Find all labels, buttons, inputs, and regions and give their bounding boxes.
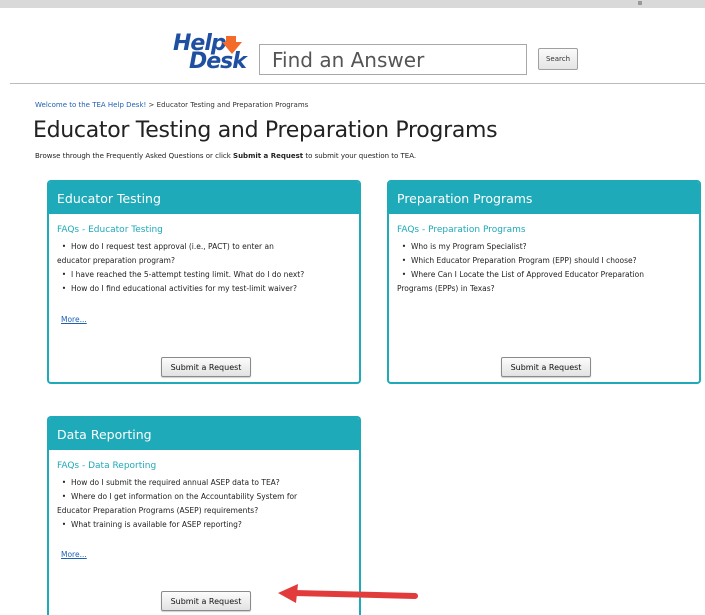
logo-arrow-icon bbox=[222, 36, 242, 54]
faq-item-text: Programs (EPPs) in Texas? bbox=[397, 284, 495, 293]
submit-request-button[interactable]: Submit a Request bbox=[161, 591, 251, 611]
top-strip-mark bbox=[638, 1, 642, 5]
browser-top-strip bbox=[0, 0, 705, 8]
card-header: Educator Testing bbox=[49, 182, 359, 214]
faq-link-educator-testing[interactable]: FAQs - Educator Testing bbox=[57, 225, 163, 235]
header-divider bbox=[10, 83, 705, 84]
faq-link-data-reporting[interactable]: FAQs - Data Reporting bbox=[57, 461, 156, 471]
breadcrumb: Welcome to the TEA Help Desk! > Educator… bbox=[35, 101, 308, 109]
faq-list: • How do I request test approval (i.e., P… bbox=[57, 240, 304, 296]
faq-item-continued[interactable]: Programs (EPPs) in Texas? bbox=[397, 282, 644, 296]
faq-item-text: Who is my Program Specialist? bbox=[411, 242, 527, 251]
faq-item-text: Educator Preparation Programs (ASEP) req… bbox=[57, 506, 259, 515]
faq-item[interactable]: • How do I find educational activities fo… bbox=[57, 282, 304, 296]
faq-item-text: educator preparation program? bbox=[57, 256, 175, 265]
faq-item[interactable]: • Where Can I Locate the List of Approved… bbox=[397, 268, 644, 282]
faq-item-text: Where Can I Locate the List of Approved … bbox=[411, 270, 645, 279]
faq-item-continued[interactable]: educator preparation program? bbox=[57, 254, 304, 268]
faq-list: • Who is my Program Specialist? • Which Ed… bbox=[397, 240, 644, 296]
more-link[interactable]: More... bbox=[61, 550, 87, 559]
faq-item-continued[interactable]: Educator Preparation Programs (ASEP) req… bbox=[57, 504, 297, 518]
faq-item[interactable]: • I have reached the 5-attempt testing li… bbox=[57, 268, 304, 282]
faq-item-text: How do I submit the required annual ASEP… bbox=[71, 478, 280, 487]
faq-link-preparation-programs[interactable]: FAQs - Preparation Programs bbox=[397, 225, 526, 235]
faq-item[interactable]: • How do I request test approval (i.e., P… bbox=[57, 240, 304, 254]
faq-item[interactable]: • Where do I get information on the Accou… bbox=[57, 490, 297, 504]
faq-item-text: Which Educator Preparation Program (EPP)… bbox=[411, 256, 637, 265]
faq-item[interactable]: • Which Educator Preparation Program (EPP… bbox=[397, 254, 644, 268]
card-educator-testing: Educator Testing FAQs - Educator Testing… bbox=[47, 180, 361, 384]
faq-list: • How do I submit the required annual ASE… bbox=[57, 476, 297, 532]
breadcrumb-home-link[interactable]: Welcome to the TEA Help Desk! bbox=[35, 101, 146, 109]
page-title: Educator Testing and Preparation Program… bbox=[33, 118, 498, 143]
card-preparation-programs: Preparation Programs FAQs - Preparation … bbox=[387, 180, 701, 384]
search-input[interactable] bbox=[259, 44, 527, 75]
faq-item[interactable]: • Who is my Program Specialist? bbox=[397, 240, 644, 254]
intro-text-after: to submit your question to TEA. bbox=[303, 152, 417, 160]
faq-item-text: Where do I get information on the Accoun… bbox=[71, 492, 298, 501]
faq-item[interactable]: • What training is available for ASEP rep… bbox=[57, 518, 297, 532]
faq-item-text: What training is available for ASEP repo… bbox=[71, 520, 242, 529]
faq-item-text: I have reached the 5-attempt testing lim… bbox=[71, 270, 305, 279]
intro-text-bold: Submit a Request bbox=[233, 152, 304, 160]
breadcrumb-current: Educator Testing and Preparation Program… bbox=[156, 101, 309, 109]
more-link[interactable]: More... bbox=[61, 315, 87, 324]
intro-text-before: Browse through the Frequently Asked Ques… bbox=[35, 152, 234, 160]
faq-item-text: How do I request test approval (i.e., PA… bbox=[71, 242, 274, 251]
breadcrumb-separator: > bbox=[148, 101, 155, 109]
submit-request-button[interactable]: Submit a Request bbox=[501, 357, 591, 377]
annotation-arrow-icon bbox=[278, 584, 418, 603]
card-header: Data Reporting bbox=[49, 418, 359, 450]
helpdesk-logo[interactable]: Help Desk bbox=[171, 31, 251, 75]
search-button[interactable]: Search bbox=[538, 48, 578, 70]
page-intro: Browse through the Frequently Asked Ques… bbox=[35, 152, 416, 160]
submit-request-button[interactable]: Submit a Request bbox=[161, 357, 251, 377]
card-header: Preparation Programs bbox=[389, 182, 699, 214]
faq-item-text: How do I find educational activities for… bbox=[71, 284, 297, 293]
faq-item[interactable]: • How do I submit the required annual ASE… bbox=[57, 476, 297, 490]
